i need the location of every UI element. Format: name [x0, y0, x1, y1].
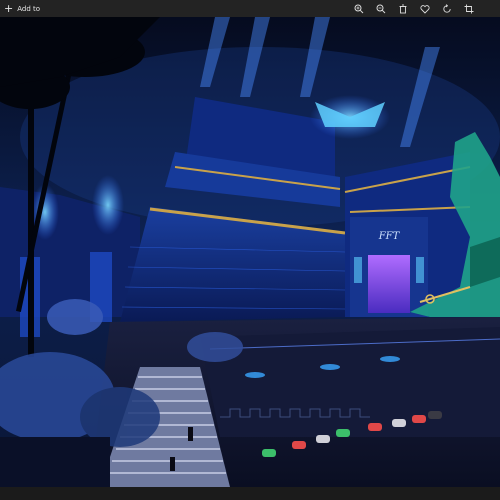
casino-logo-sign: FFT: [378, 231, 401, 242]
winged-emblem-sign: [310, 95, 390, 139]
zoom-in-icon[interactable]: [352, 2, 366, 16]
rotate-icon[interactable]: [440, 2, 454, 16]
delete-icon[interactable]: [396, 2, 410, 16]
crop-icon[interactable]: [462, 2, 476, 16]
plus-icon: +: [4, 1, 14, 15]
viewer-bottom-strip: [0, 487, 500, 500]
photo-viewer-toolbar: + Add to: [0, 0, 500, 17]
glowing-doorway: [368, 255, 410, 313]
add-to-label: Add to: [17, 4, 41, 13]
add-to-button[interactable]: + Add to: [4, 0, 40, 17]
favorite-heart-icon[interactable]: [418, 2, 432, 16]
photo-canvas[interactable]: FFT: [0, 17, 500, 487]
casino-night-scene-image: FFT: [0, 17, 500, 487]
zoom-out-icon[interactable]: [374, 2, 388, 16]
